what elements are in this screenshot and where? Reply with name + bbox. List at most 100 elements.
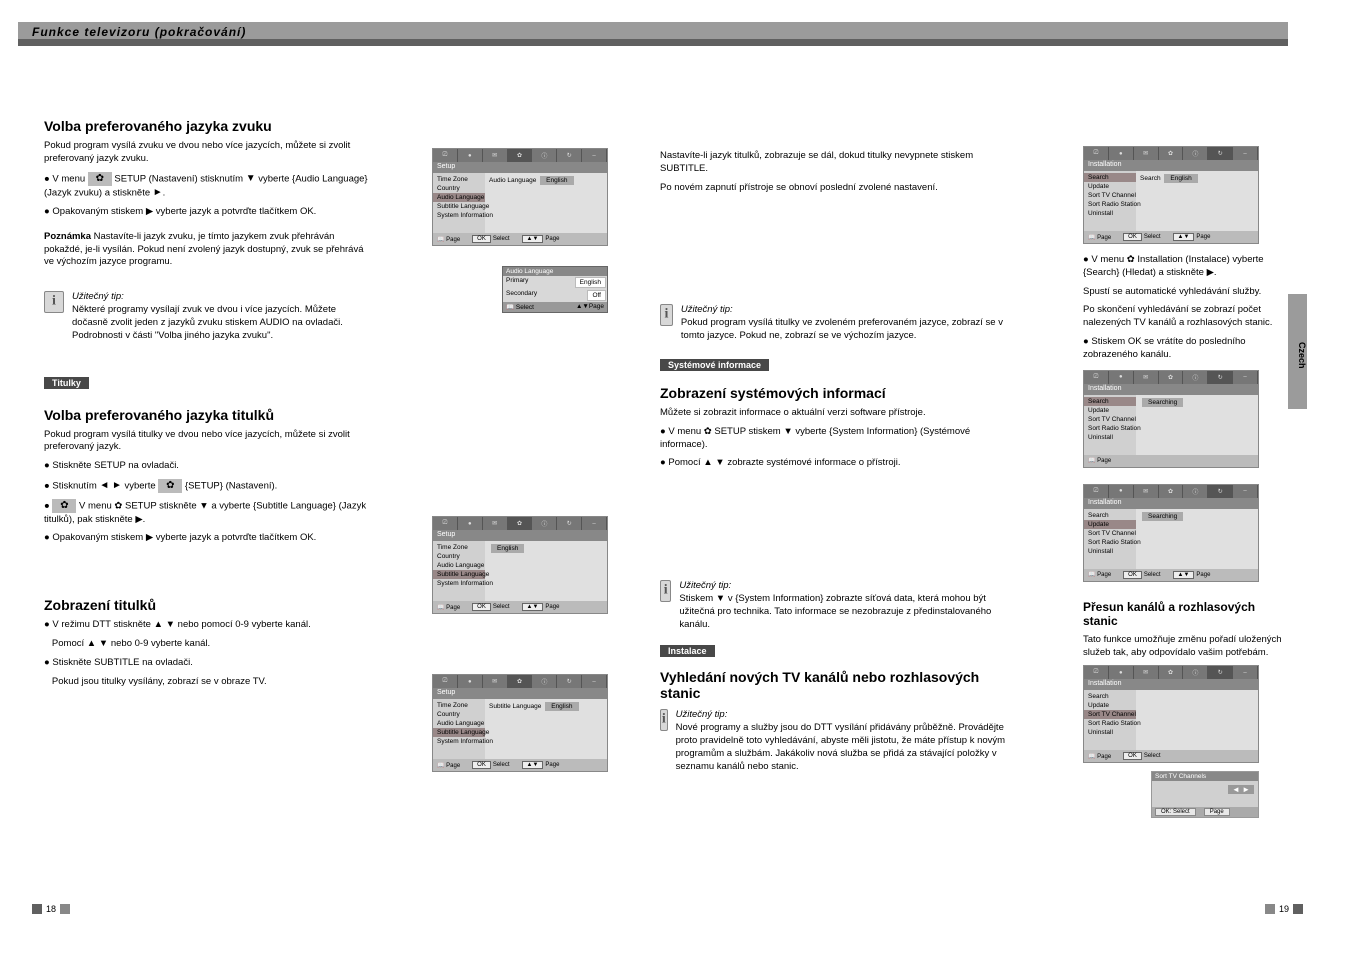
l: Primary [503, 276, 574, 289]
left-icon: ◄ [99, 479, 109, 493]
tab: ⓘ [532, 149, 557, 162]
l: Secondary [503, 289, 586, 302]
l: Search [1140, 175, 1161, 182]
tab: ✉ [483, 517, 508, 530]
page-title: Funkce televizoru (pokračování) [32, 25, 246, 39]
h: Installation [1084, 160, 1258, 171]
i: Update [1084, 406, 1136, 415]
t: {SETUP} (Nastavení). [185, 480, 277, 491]
txt: Opakovaným stiskem ▶ vyberte jazyk a pot… [52, 532, 316, 543]
f: Select [1144, 572, 1161, 578]
tab: ● [458, 517, 483, 530]
sysinfo-title: Zobrazení systémových informací [660, 385, 1020, 401]
audio-lang-note: Poznámka Nastavíte-li jazyk zvuku, je tí… [44, 231, 374, 269]
t: V režimu DTT stiskněte ▲ ▼ nebo pomocí 0… [52, 619, 310, 630]
t: Stiskněte SUBTITLE na ovladači. [52, 657, 192, 668]
ss-step1b: Pomocí ▲ ▼ nebo 0-9 vyberte kanál. [44, 638, 374, 651]
f: OK: Select Page [1152, 807, 1258, 817]
f: Page [446, 763, 460, 769]
content-label: Audio Language [489, 177, 536, 184]
mtb: ⎚●✉✿ⓘ↻– [1084, 666, 1258, 679]
menu-footer: 📖 Page OKSelect ▲▼Page [433, 233, 607, 245]
tab: ✉ [1134, 371, 1159, 384]
right-icon: ► [112, 479, 122, 493]
tab: ✉ [1134, 485, 1159, 498]
v: Off [587, 290, 606, 301]
f: Page [545, 604, 559, 610]
p: Spustí se automatické vyhledávání služby… [1083, 286, 1283, 299]
i-sel: Subtitle Language [433, 570, 485, 579]
tip-row: Užitečný tip:Stiskem ▼ v {System Informa… [660, 580, 1020, 631]
tab: – [1233, 147, 1258, 160]
sb: Search Update Sort TV Channel Sort Radio… [1084, 171, 1136, 231]
f: Page [446, 605, 460, 611]
i: Update [1084, 520, 1136, 529]
menu-setup-subtitle-1: ⎚●✉✿ⓘ↻– Setup Time Zone Country Audio La… [432, 516, 608, 614]
i: Search [1084, 692, 1136, 701]
sb: Search Update Sort TV Channel Sort Radio… [1084, 690, 1136, 750]
tab: ✿ [1159, 371, 1184, 384]
menu-content: Subtitle Language English [485, 699, 607, 759]
i: Audio Language [433, 561, 485, 570]
tab: ✿ [508, 675, 533, 688]
tab: ● [1109, 371, 1134, 384]
info-icon [44, 291, 64, 313]
sb: Search Update Sort TV Channel Sort Radio… [1084, 395, 1136, 455]
tab: ↻ [557, 675, 582, 688]
ss-step3: Pokud jsou titulky vysílány, zobrazí se … [44, 676, 374, 689]
down-icon: ▼ [246, 172, 256, 186]
sysinfo-step1: ● V menu ✿ SETUP stiskem ▼ vyberte {Syst… [660, 426, 1020, 452]
b: Search Update Sort TV Channel Sort Radio… [1084, 395, 1258, 455]
tab: – [1233, 666, 1258, 679]
submenu-header: Audio Language [503, 267, 607, 276]
tab: ↻ [1208, 147, 1233, 160]
i: Time Zone [433, 543, 485, 552]
f: 📖 Page OKSelect ▲▼Page [1084, 231, 1258, 243]
tab: – [582, 149, 607, 162]
submenu-footer: 📖 Select▲▼Page [503, 302, 607, 312]
subtitles-blackbar: Titulky [44, 377, 374, 389]
btn: Page [1204, 808, 1230, 816]
txt: Opakovaným stiskem ▶ vyberte jazyk a pot… [52, 206, 316, 217]
menu-install-search: ⎚●✉✿ⓘ↻– Installation Search Update Sort … [1083, 146, 1259, 244]
menu-install-searching: ⎚●✉✿ⓘ↻– Installation Search Update Sort … [1083, 370, 1259, 468]
menu-tabbar: ⎚●✉✿ⓘ↻– [433, 517, 607, 530]
tip: Užitečný tip:Pokud program vysílá titulk… [681, 304, 1020, 342]
tab: ● [458, 675, 483, 688]
f: Page [545, 762, 559, 768]
b: Nové programy a služby jsou do DTT vysíl… [676, 722, 1006, 771]
sidebar-item: Time Zone [433, 175, 485, 184]
btn: OK: Select [1155, 808, 1196, 816]
show-subtitles-title: Zobrazení titulků [44, 597, 374, 613]
f: 📖 Page OKSelect ▲▼Page [1084, 569, 1258, 581]
b: Search Update Sort TV Channel Sort Radio… [1084, 509, 1258, 569]
blackbar: Instalace [660, 645, 715, 657]
i: Sort TV Channel [1084, 710, 1136, 719]
subtitle-step2: ● Stisknutím ◄ ► vyberte ✿ {SETUP} (Nast… [44, 479, 374, 493]
b: Stiskem ▼ v {System Information} zobrazt… [679, 593, 991, 630]
tab: ✉ [1134, 666, 1159, 679]
i: Uninstall [1084, 433, 1136, 442]
subtitle-lang-title: Volba preferovaného jazyka titulků [44, 407, 374, 423]
i: Sort TV Channel [1084, 191, 1136, 200]
gear-icon: ✿ [52, 499, 76, 513]
tip-row: Užitečný tip: Nové programy a služby jsou… [660, 709, 1020, 773]
tab: ↻ [1208, 371, 1233, 384]
menu-sidebar: Time Zone Country Audio Language Subtitl… [433, 541, 485, 601]
column-3: Nastavíte-li jazyk titulků, zobrazuje se… [660, 150, 1020, 773]
gear-icon: ✿ [158, 479, 182, 493]
i: Uninstall [1084, 209, 1136, 218]
c [1136, 690, 1258, 750]
f: Page [1097, 235, 1111, 241]
f: Page [589, 303, 604, 310]
f: Page [1097, 572, 1111, 578]
i-sel: Subtitle Language [433, 728, 485, 737]
tab: ⎚ [1084, 371, 1109, 384]
f: Page [1196, 234, 1210, 240]
t: Užitečný tip: [676, 709, 728, 720]
install-step2: ● Stiskem OK se vrátíte do posledního zo… [1083, 336, 1283, 362]
subtitle-step1: ● Stiskněte SETUP na ovladači. [44, 460, 374, 473]
menu-content: Audio Language English [485, 173, 607, 233]
t: vyberte [124, 480, 158, 491]
tab: ✿ [1159, 147, 1184, 160]
